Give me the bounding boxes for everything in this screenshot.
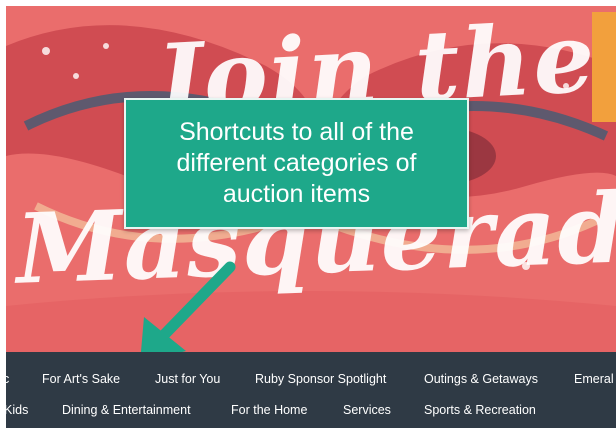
category-row-2: Kids Dining & Entertainment For the Home… (6, 397, 616, 427)
category-navigation-bar: c For Art's Sake Just for You Ruby Spons… (6, 352, 616, 428)
category-link-kids[interactable]: Kids (6, 403, 28, 417)
category-row-1: c For Art's Sake Just for You Ruby Spons… (6, 366, 616, 396)
category-link-outings-getaways[interactable]: Outings & Getaways (424, 372, 538, 386)
category-link-ruby-sponsor-spotlight[interactable]: Ruby Sponsor Spotlight (255, 372, 386, 386)
category-link-dining-entertainment[interactable]: Dining & Entertainment (62, 403, 191, 417)
category-link-for-arts-sake[interactable]: For Art's Sake (42, 372, 120, 386)
category-link-sports-recreation[interactable]: Sports & Recreation (424, 403, 536, 417)
category-link-emerald-truncated[interactable]: Emeral (574, 372, 614, 386)
annotation-callout-text: Shortcuts to all of the different catego… (176, 118, 417, 208)
category-link-services[interactable]: Services (343, 403, 391, 417)
category-link-truncated[interactable]: c (6, 372, 9, 386)
category-link-just-for-you[interactable]: Just for You (155, 372, 220, 386)
category-link-for-the-home[interactable]: For the Home (231, 403, 307, 417)
hero-side-tab (592, 12, 616, 122)
annotation-callout: Shortcuts to all of the different catego… (124, 98, 469, 229)
